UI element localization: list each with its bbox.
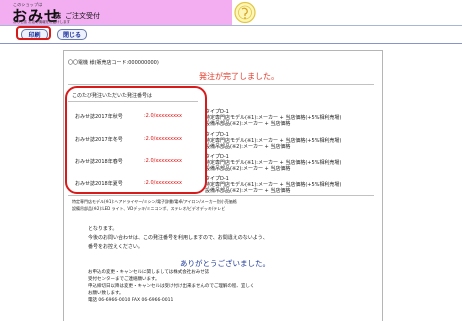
title-rule (68, 84, 374, 85)
footer-text: 受付センターまでご連絡願います。 (88, 277, 160, 282)
close-button[interactable]: 閉じる (57, 29, 87, 40)
thanks-message: ありがとうございました。 (180, 259, 270, 268)
note-line: 設備吊部品(※2):LED ライト、VDデッキ/ミニコンポ、ステレオ/ビデオデッ… (72, 206, 226, 211)
notes-rule (68, 195, 374, 196)
footer-text: お申込の変更・キャンセルに関しましては株式会社おみせ誌 (88, 270, 210, 275)
order-detail: 設備吊部品(※2):メーカー + 当店価格 (205, 166, 291, 172)
order-detail: 設備吊部品(※2):メーカー + 当店価格 (205, 121, 291, 127)
brand-emblem-icon (232, 0, 258, 25)
footer-text: 申込締切日以降は変更・キャンセルは受け付け出来ませんのでご理解の程、宜しく (88, 284, 255, 289)
header-divider (0, 25, 462, 26)
toolbar-divider (0, 43, 462, 44)
header-banner: このショップは おみせ 誌 ご注文受付 おみせ誌 お店の情報をお届けします (0, 0, 232, 25)
order-label: ご注文受付 (65, 12, 100, 20)
complete-title: 発注が完了しました。 (199, 72, 279, 81)
closing-text: 今後のお問い合わせは、この発注番号を利用しますので、お間違えのないよう、 (88, 235, 268, 241)
closing-text: 番号をお控えください。 (88, 244, 143, 250)
print-highlight (16, 26, 51, 40)
note-line: 特定専門店モデル(※1):ヘアドライヤー/ミシン/電子辞書/電卓/アイロン/メー… (72, 199, 237, 204)
order-list-highlight (65, 86, 207, 194)
footer-contact: 電話 06-6966-0010 FAX 06-6966-0011 (88, 298, 174, 303)
footer-text: お願い致します。 (88, 291, 124, 296)
order-detail: 設備吊部品(※2):メーカー + 当店価格 (205, 144, 291, 150)
order-detail: 設備吊部品(※2):メーカー + 当店価格 (205, 188, 291, 194)
customer-line: 〇〇電機 様(販売店コード:000000000) (68, 60, 159, 66)
closing-text: となります。 (88, 226, 118, 232)
